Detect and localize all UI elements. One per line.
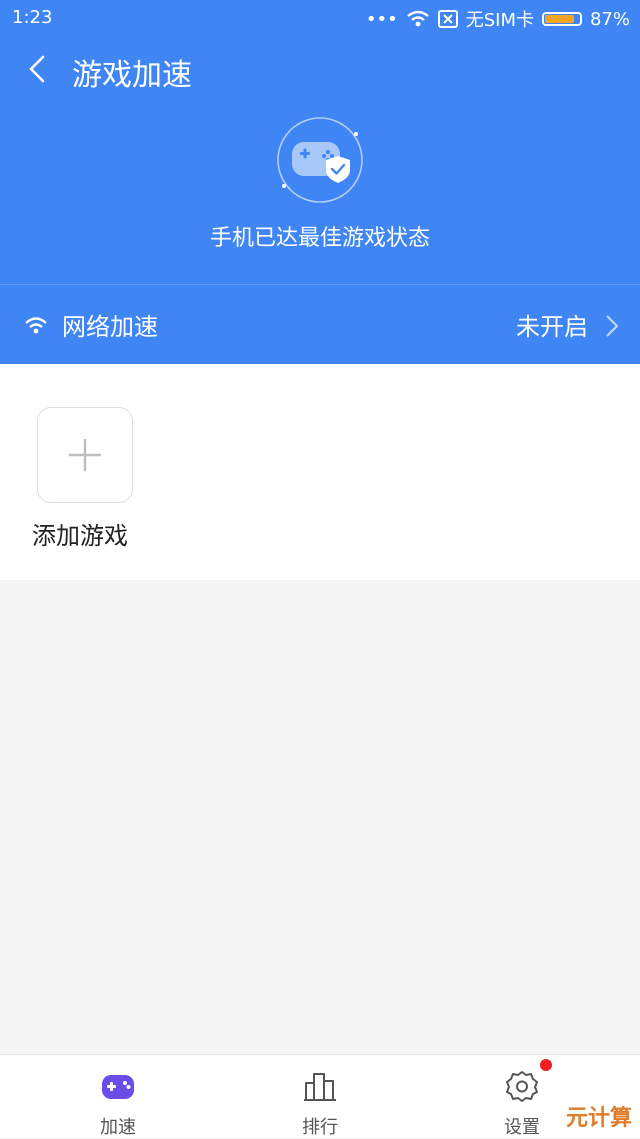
wifi-icon <box>25 317 47 334</box>
gamepad-shield-icon <box>277 117 363 203</box>
plus-icon <box>69 439 101 471</box>
add-game-button[interactable] <box>37 407 133 503</box>
tab-accelerate[interactable]: 加速 <box>58 1055 178 1139</box>
bottom-tab-bar: 加速 排行 设置 <box>0 1054 640 1138</box>
more-dots-icon: ••• <box>365 8 398 30</box>
status-right: ••• 无SIM卡 87% <box>366 6 630 32</box>
hero-status-text: 手机已达最佳游戏状态 <box>209 226 430 251</box>
back-icon[interactable] <box>22 52 56 86</box>
add-game-label: 添加游戏 <box>32 522 128 550</box>
tab-label: 加速 <box>100 1117 136 1138</box>
wifi-icon <box>406 10 429 27</box>
page-title: 游戏加速 <box>72 58 192 93</box>
no-sim-icon <box>437 10 458 28</box>
chevron-right-icon <box>606 315 619 337</box>
notification-badge <box>540 1059 552 1071</box>
games-section: 添加游戏 <box>0 364 640 580</box>
status-time: 1:23 <box>12 7 53 28</box>
tab-ranking[interactable]: 排行 <box>260 1055 380 1139</box>
sim-status: 无SIM卡 <box>465 10 534 31</box>
header: 1:23 ••• 无SIM卡 87% 游戏加速 手机已达最佳游戏状态 网络加速 … <box>0 0 640 364</box>
status-bar: 1:23 ••• 无SIM卡 87% <box>0 0 640 36</box>
ranking-icon <box>304 1073 336 1101</box>
network-label: 网络加速 <box>62 313 158 341</box>
settings-icon <box>506 1071 538 1102</box>
battery-icon <box>541 12 582 26</box>
tab-settings[interactable]: 设置 <box>462 1055 582 1139</box>
watermark: 元计算 <box>565 1106 632 1131</box>
network-acceleration-row[interactable]: 网络加速 未开启 <box>0 284 640 364</box>
tab-label: 排行 <box>302 1117 338 1138</box>
battery-fill <box>544 15 575 23</box>
tab-label: 设置 <box>504 1117 540 1138</box>
gamepad-icon <box>102 1075 134 1099</box>
network-status: 未开启 <box>516 313 588 341</box>
battery-percent: 87% <box>589 8 630 30</box>
